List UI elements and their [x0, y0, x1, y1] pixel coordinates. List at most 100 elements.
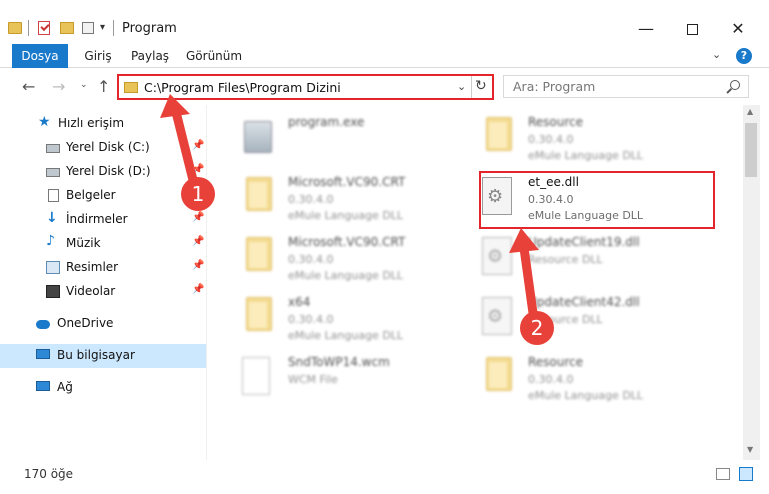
- sidebar-item-label: İndirmeler: [66, 212, 128, 226]
- file-item[interactable]: Microsoft.VC90.CRT 0.30.4.0 eMule Langua…: [220, 171, 460, 227]
- sidebar-item-downloads[interactable]: ↓ İndirmeler 📌: [0, 208, 206, 232]
- search-input[interactable]: Ara: Program: [503, 75, 749, 98]
- pane-divider[interactable]: [206, 105, 207, 460]
- sidebar-item-drive-d[interactable]: Yerel Disk (D:) 📌: [0, 160, 206, 184]
- scrollbar-thumb[interactable]: [745, 123, 757, 177]
- sidebar-item-label: Ağ: [57, 380, 73, 394]
- close-button[interactable]: ✕: [715, 14, 761, 44]
- title-bar: ▾ Program — ✕: [0, 0, 769, 44]
- refresh-button[interactable]: ↻: [475, 78, 487, 94]
- sidebar-item-documents[interactable]: Belgeler 📌: [0, 184, 206, 208]
- pin-icon: 📌: [192, 140, 205, 151]
- navigation-pane: ★ Hızlı erişim Yerel Disk (C:) 📌 Yerel D…: [0, 105, 206, 460]
- file-version: 0.30.4.0: [288, 313, 334, 326]
- search-placeholder: Ara: Program: [513, 79, 596, 94]
- file-name: Microsoft.VC90.CRT: [288, 235, 406, 249]
- large-icons-view-icon[interactable]: [739, 467, 753, 481]
- sidebar-item-music[interactable]: ♪ Müzik 📌: [0, 232, 206, 256]
- pin-icon: 📌: [192, 284, 205, 295]
- network-icon: [36, 381, 50, 391]
- address-history-chevron-icon[interactable]: ⌄: [457, 80, 466, 93]
- file-description: eMule Language DLL: [288, 329, 404, 342]
- sidebar-item-network[interactable]: Ağ: [0, 376, 206, 400]
- file-item[interactable]: SndToWP14.wcm WCM File: [220, 351, 460, 407]
- vertical-scrollbar[interactable]: ▲ ▼: [743, 105, 760, 460]
- customize-toolbar-chevron-icon[interactable]: ▾: [100, 22, 105, 33]
- folder-icon[interactable]: [8, 22, 22, 34]
- ribbon-tabs: Dosya Giriş Paylaş Görünüm ⌄ ?: [0, 44, 769, 68]
- up-button[interactable]: ↑: [97, 77, 110, 96]
- highlight-box: [479, 171, 715, 229]
- tab-file[interactable]: Dosya: [12, 44, 68, 68]
- sidebar-item-quick-access[interactable]: ★ Hızlı erişim: [0, 112, 206, 136]
- tab-share[interactable]: Paylaş: [129, 44, 171, 68]
- minimize-button[interactable]: —: [623, 14, 669, 44]
- navigation-bar: ← → ⌄ ↑ C:\Program Files\Program Dizini …: [0, 69, 769, 105]
- downloads-icon: ↓: [46, 210, 58, 226]
- sidebar-item-pictures[interactable]: Resimler 📌: [0, 256, 206, 280]
- file-description: eMule Language DLL: [528, 389, 644, 402]
- scroll-down-icon[interactable]: ▼: [747, 445, 753, 454]
- file-name: SndToWP14.wcm: [288, 355, 390, 369]
- folder-icon: [246, 297, 272, 331]
- sidebar-item-label: Belgeler: [66, 188, 116, 202]
- file-item[interactable]: Microsoft.VC90.CRT 0.30.4.0 eMule Langua…: [220, 231, 460, 287]
- dll-icon: [482, 297, 512, 335]
- sidebar-item-videos[interactable]: Videolar 📌: [0, 280, 206, 304]
- file-description: eMule Language DLL: [288, 269, 404, 282]
- file-item[interactable]: x64 0.30.4.0 eMule Language DLL: [220, 291, 460, 347]
- status-bar: 170 öğe: [0, 462, 769, 494]
- maximize-icon: [686, 24, 698, 35]
- file-description: Resource DLL: [528, 253, 603, 266]
- window-title: Program: [122, 21, 177, 36]
- file-name: UpdateClient19.dll: [528, 235, 640, 249]
- file-list: program.exe Resource 0.30.4.0 eMule Lang…: [210, 105, 742, 460]
- music-icon: ♪: [46, 233, 55, 249]
- address-bar[interactable]: C:\Program Files\Program Dizini ⌄ ↻: [117, 74, 494, 100]
- sidebar-item-label: Resimler: [66, 260, 119, 274]
- pictures-icon: [46, 261, 60, 274]
- details-view-icon[interactable]: [716, 468, 730, 480]
- expand-ribbon-chevron-icon[interactable]: ⌄: [712, 48, 721, 61]
- forward-button[interactable]: →: [52, 77, 65, 96]
- maximize-button[interactable]: [669, 14, 715, 44]
- tab-home[interactable]: Giriş: [83, 44, 113, 68]
- folder-icon: [246, 237, 272, 271]
- file-item[interactable]: UpdateClient42.dll Resource DLL: [460, 291, 700, 347]
- folder-icon: [246, 177, 272, 211]
- dll-icon: [482, 237, 512, 275]
- pin-icon: 📌: [192, 236, 205, 247]
- file-name: program.exe: [288, 115, 365, 129]
- drive-icon: [46, 168, 60, 177]
- new-folder-icon[interactable]: [60, 22, 74, 34]
- sidebar-item-drive-c[interactable]: Yerel Disk (C:) 📌: [0, 136, 206, 160]
- sidebar-item-label: Müzik: [66, 236, 101, 250]
- file-item[interactable]: Resource 0.30.4.0 eMule Language DLL: [460, 351, 700, 407]
- folder-icon: [124, 82, 138, 93]
- recent-locations-chevron-icon[interactable]: ⌄: [80, 80, 88, 90]
- sidebar-item-label: Videolar: [66, 284, 116, 298]
- pin-icon: 📌: [192, 212, 205, 223]
- properties-check-icon[interactable]: [38, 21, 50, 35]
- folder-icon: [486, 357, 512, 391]
- file-item[interactable]: Resource 0.30.4.0 eMule Language DLL: [460, 111, 700, 167]
- quick-access-properties-icon[interactable]: [82, 22, 94, 34]
- sidebar-item-label: Bu bilgisayar: [57, 348, 135, 362]
- search-icon[interactable]: [730, 80, 740, 90]
- file-description: eMule Language DLL: [288, 209, 404, 222]
- file-name: Resource: [528, 355, 584, 369]
- drive-icon: [46, 144, 60, 153]
- back-button[interactable]: ←: [22, 77, 35, 96]
- file-name: x64: [288, 295, 311, 309]
- scroll-up-icon[interactable]: ▲: [747, 107, 753, 116]
- file-description: eMule Language DLL: [528, 149, 644, 162]
- folder-icon: [486, 117, 512, 151]
- file-item[interactable]: UpdateClient19.dll Resource DLL: [460, 231, 700, 287]
- file-item[interactable]: program.exe: [220, 111, 460, 167]
- sidebar-item-onedrive[interactable]: OneDrive: [0, 312, 206, 336]
- help-icon[interactable]: ?: [736, 48, 752, 64]
- sidebar-item-label: OneDrive: [57, 316, 114, 330]
- sidebar-item-this-pc[interactable]: Bu bilgisayar: [0, 344, 206, 368]
- tab-view[interactable]: Görünüm: [186, 44, 242, 68]
- address-path[interactable]: C:\Program Files\Program Dizini: [144, 80, 341, 95]
